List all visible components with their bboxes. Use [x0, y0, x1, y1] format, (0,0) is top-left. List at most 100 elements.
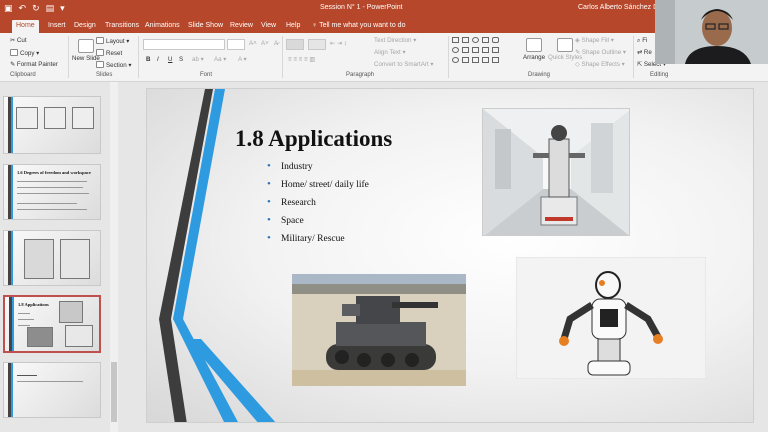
tell-me-box[interactable]: ♀ Tell me what you want to do — [312, 20, 405, 32]
rounded-rect-icon[interactable] — [492, 37, 499, 43]
thumb-text-line — [17, 203, 77, 204]
tab-insert[interactable]: Insert — [44, 20, 70, 33]
oval-icon[interactable] — [452, 47, 459, 53]
thumb-text-line — [17, 193, 89, 194]
hospital-robot-illustration — [483, 109, 629, 235]
undo-icon[interactable]: ↶ — [19, 3, 27, 14]
thumb-title: 1.8 Applications — [18, 302, 49, 307]
star-icon[interactable] — [482, 57, 489, 63]
shapes-gallery[interactable] — [452, 37, 522, 67]
reset-button[interactable]: Reset — [96, 49, 122, 57]
thumb-title: 1.6 Degrees of freedom and workspace — [17, 170, 91, 175]
tab-view[interactable]: View — [257, 20, 280, 33]
tab-review[interactable]: Review — [226, 20, 257, 33]
char-spacing-icon[interactable]: ab ▾ — [192, 56, 204, 63]
slide-title[interactable]: 1.8 Applications — [235, 126, 392, 152]
cut-button[interactable]: ✂ Cut — [10, 37, 27, 44]
slide-thumbnail-selected[interactable]: 1.8 Applications — [3, 295, 101, 353]
arrange-button[interactable]: Arrange — [523, 38, 545, 61]
slides-group-label: Slides — [96, 72, 113, 78]
tab-design[interactable]: Design — [70, 20, 100, 33]
align-icons[interactable]: ≡ ≡ ≡ ≡ ▥ — [288, 56, 315, 63]
curve-icon[interactable] — [452, 57, 459, 63]
slide-canvas[interactable]: 1.8 Applications Industry Home/ street/ … — [146, 88, 754, 423]
military-robot-photo[interactable] — [292, 274, 466, 386]
copy-button[interactable]: Copy ▾ — [10, 49, 39, 57]
thumb-text-line — [18, 319, 34, 320]
thumb-text-line — [17, 181, 87, 182]
arrow-icon[interactable] — [492, 47, 499, 53]
shape-effects-button[interactable]: ◇ Shape Effects ▾ — [575, 61, 625, 68]
arrange-icon — [526, 38, 542, 52]
layout-button[interactable]: Layout ▾ — [96, 37, 129, 45]
save-icon[interactable]: ▣ — [4, 3, 13, 14]
present-icon[interactable]: ▤ — [46, 3, 55, 14]
brace-icon[interactable] — [472, 57, 479, 63]
grow-font-button[interactable]: A˄ — [249, 40, 257, 47]
rectangle-icon[interactable] — [472, 47, 479, 53]
rectangle-icon[interactable] — [452, 37, 459, 43]
arrow-icon[interactable] — [482, 47, 489, 53]
font-name-box[interactable] — [143, 39, 225, 50]
align-text-button[interactable]: Align Text ▾ — [374, 49, 406, 56]
clipboard-group-label: Clipboard — [10, 72, 36, 78]
customize-icon[interactable]: ▾ — [60, 3, 65, 14]
section-button[interactable]: Section ▾ — [96, 61, 131, 69]
triangle-icon[interactable] — [462, 47, 469, 53]
rectangle-icon[interactable] — [482, 37, 489, 43]
thumb-text-line — [17, 381, 83, 382]
tab-transitions[interactable]: Transitions — [101, 20, 143, 33]
slide-thumbnail[interactable]: 1.6 Degrees of freedom and workspace — [3, 164, 101, 220]
title-bar: ▣ ↶ ↻ ▤ ▾ Session N° 1 - PowerPoint Carl… — [0, 0, 768, 18]
tab-help[interactable]: Help — [282, 20, 304, 33]
bullets-button[interactable] — [286, 39, 304, 50]
convert-smartart-button[interactable]: Convert to SmartArt ▾ — [374, 61, 434, 68]
copy-icon — [10, 49, 18, 56]
brush-icon: ✎ — [10, 61, 16, 68]
thumb-text-line — [17, 209, 87, 210]
slide-thumbnail[interactable] — [3, 230, 101, 286]
bullet-item: Military/ Rescue — [267, 232, 369, 252]
humanoid-robot-photo[interactable] — [516, 257, 706, 379]
strikethrough-button[interactable]: S — [179, 56, 183, 63]
quick-access-toolbar: ▣ ↶ ↻ ▤ ▾ — [4, 3, 65, 14]
thumbnail-scrollbar[interactable] — [110, 82, 118, 432]
bullet-list[interactable]: Industry Home/ street/ daily life Resear… — [267, 160, 369, 252]
slide-thumbnail[interactable] — [3, 362, 101, 418]
shrink-font-button[interactable]: A˅ — [261, 40, 269, 47]
thumb-image — [65, 325, 93, 347]
shape-outline-button[interactable]: ✎ Shape Outline ▾ — [575, 49, 626, 56]
font-color-icon[interactable]: A ▾ — [238, 56, 247, 63]
indent-icon[interactable]: ⇤ ⇥ ↕ — [330, 40, 347, 47]
text-direction-button[interactable]: Text Direction ▾ — [374, 37, 416, 44]
brace-icon[interactable] — [462, 57, 469, 63]
thumb-image — [60, 239, 90, 279]
tab-home[interactable]: Home — [12, 20, 39, 33]
replace-button[interactable]: ⇄ Re — [637, 49, 652, 56]
change-case-icon[interactable]: Aa ▾ — [214, 56, 226, 63]
presenter-video — [655, 0, 768, 64]
rectangle-icon[interactable] — [462, 37, 469, 43]
numbering-button[interactable] — [308, 39, 326, 50]
tab-slide-show[interactable]: Slide Show — [184, 20, 227, 33]
find-button[interactable]: ⌕ Fi — [637, 37, 647, 45]
font-size-box[interactable] — [227, 39, 245, 50]
scrollbar-thumb[interactable] — [111, 362, 117, 422]
thumb-image — [59, 301, 83, 323]
slide-thumbnail[interactable] — [3, 96, 101, 154]
shape-fill-button[interactable]: ◈ Shape Fill ▾ — [575, 37, 614, 44]
bold-button[interactable]: B — [146, 56, 150, 63]
redo-icon[interactable]: ↻ — [32, 3, 40, 14]
layout-icon — [96, 37, 104, 44]
tab-animations[interactable]: Animations — [141, 20, 184, 33]
effects-icon: ◇ — [575, 61, 580, 68]
underline-button[interactable]: U — [168, 56, 172, 63]
hospital-robot-photo[interactable] — [482, 108, 630, 236]
ribbon-tabs: Home Insert Design Transitions Animation… — [0, 18, 768, 33]
clear-format-icon[interactable]: A̷ — [274, 40, 278, 47]
oval-icon[interactable] — [472, 37, 479, 43]
more-shapes-icon[interactable] — [492, 57, 499, 63]
italic-button[interactable]: I — [157, 56, 159, 63]
thumb-text-line — [17, 375, 37, 376]
format-painter-button[interactable]: ✎ Format Painter — [10, 61, 58, 68]
